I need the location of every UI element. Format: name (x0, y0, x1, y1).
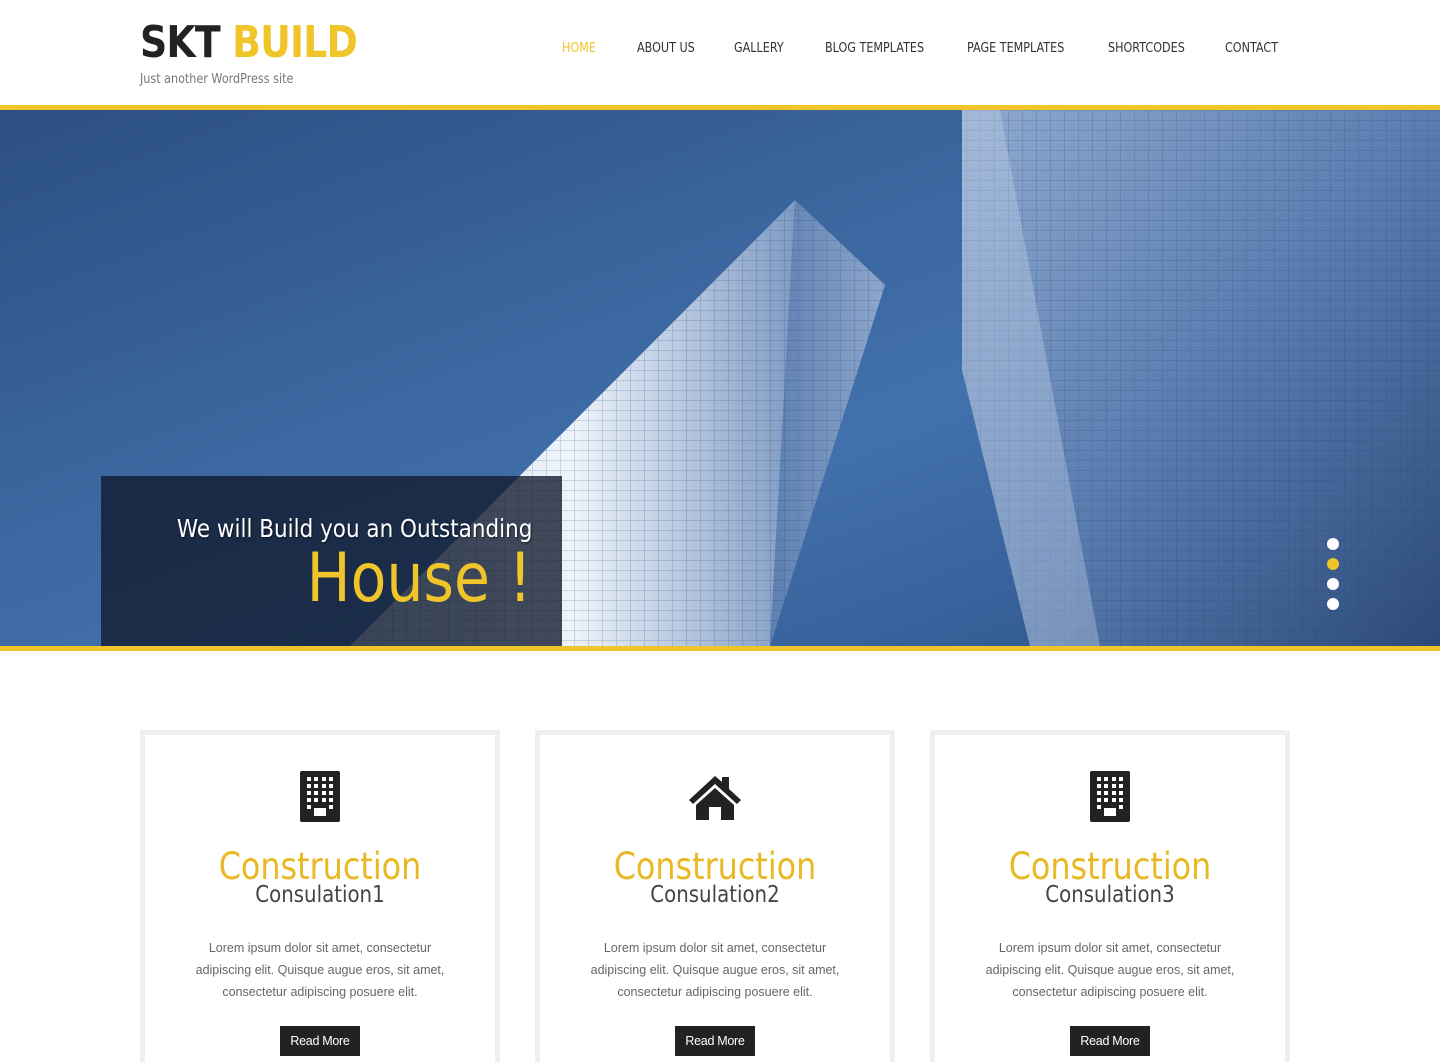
hero-caption: We will Build you an Outstanding House ! (101, 476, 562, 646)
hero-slider[interactable]: We will Build you an Outstanding House ! (0, 110, 1440, 646)
nav-item-about-us[interactable]: ABOUT US (637, 40, 695, 58)
slider-pagination (1327, 538, 1339, 618)
feature-subtitle: Consulation2 (650, 882, 780, 908)
site-tagline: Just another WordPress site (140, 72, 294, 87)
nav-item-page-templates[interactable]: PAGE TEMPLATES (967, 40, 1064, 58)
nav-item-shortcodes[interactable]: SHORTCODES (1108, 40, 1185, 58)
hero-divider (0, 646, 1440, 651)
site-title-part2: BUILD (232, 17, 358, 68)
feature-description: Lorem ipsum dolor sit amet, consectetur … (195, 941, 445, 999)
slider-dot-2[interactable] (1327, 558, 1339, 570)
slider-dot-3[interactable] (1327, 578, 1339, 590)
nav-item-blog-templates[interactable]: BLOG TEMPLATES (825, 40, 924, 58)
building-icon (290, 768, 350, 822)
site-logo[interactable]: SKT BUILD Just another WordPress site (140, 16, 392, 87)
site-header: SKT BUILD Just another WordPress site HO… (0, 0, 1440, 105)
read-more-button[interactable]: Read More (675, 1026, 755, 1056)
site-title-part1: SKT (140, 17, 221, 68)
feature-box-3: Construction Consulation3 Lorem ipsum do… (930, 730, 1290, 1062)
read-more-button[interactable]: Read More (1070, 1026, 1150, 1056)
slider-dot-1[interactable] (1327, 538, 1339, 550)
hero-caption-title: House ! (306, 539, 532, 618)
slider-dot-4[interactable] (1327, 598, 1339, 610)
read-more-button[interactable]: Read More (280, 1026, 360, 1056)
feature-description: Lorem ipsum dolor sit amet, consectetur … (985, 941, 1235, 999)
site-title[interactable]: SKT BUILD (140, 16, 358, 70)
nav-item-home[interactable]: HOME (562, 40, 596, 58)
feature-description: Lorem ipsum dolor sit amet, consectetur … (590, 941, 840, 999)
feature-subtitle: Consulation1 (255, 882, 385, 908)
feature-box-1: Construction Consulation1 Lorem ipsum do… (140, 730, 500, 1062)
building-icon (1080, 768, 1140, 822)
feature-box-2: Construction Consulation2 Lorem ipsum do… (535, 730, 895, 1062)
nav-item-contact[interactable]: CONTACT (1225, 40, 1278, 58)
feature-subtitle: Consulation3 (1045, 882, 1175, 908)
nav-item-gallery[interactable]: GALLERY (734, 40, 784, 58)
home-icon (685, 768, 745, 822)
